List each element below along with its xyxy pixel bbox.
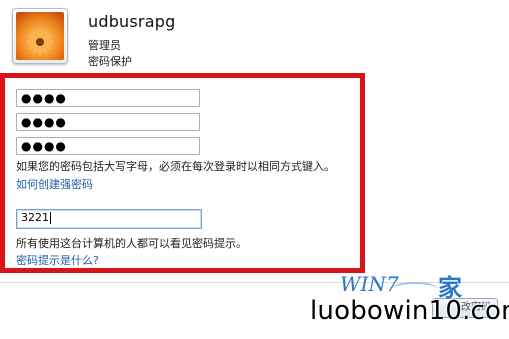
logo-text: WIN7: [340, 272, 399, 296]
password-status: 密码保护: [88, 55, 132, 68]
hint-help-link[interactable]: 密码提示是什么?: [16, 252, 99, 268]
current-password-field[interactable]: ●●●●: [16, 89, 200, 107]
case-sensitivity-note: 如果您的密码包括大写字母，必须在每次登录时以相同方式键入。: [16, 160, 335, 173]
site-watermark: luobowin10.com: [310, 296, 509, 326]
strong-password-link[interactable]: 如何创建强密码: [16, 176, 93, 192]
avatar: [12, 8, 68, 64]
password-hint-field[interactable]: 3221: [16, 209, 202, 229]
new-password-field[interactable]: ●●●●: [16, 113, 200, 131]
logo-arc-icon: [392, 282, 438, 296]
account-role: 管理员: [88, 39, 121, 52]
confirm-password-field[interactable]: ●●●●: [16, 137, 200, 155]
text-cursor: [50, 212, 51, 224]
highlight-frame: ●●●● ●●●● ●●●● 如果您的密码包括大写字母，必须在每次登录时以相同方…: [0, 73, 365, 273]
flower-avatar-icon: [16, 12, 64, 60]
username: udbusrapg: [88, 12, 176, 31]
hint-visibility-note: 所有使用这台计算机的人都可以看见密码提示。: [16, 237, 247, 250]
hint-value: 3221: [21, 211, 49, 224]
